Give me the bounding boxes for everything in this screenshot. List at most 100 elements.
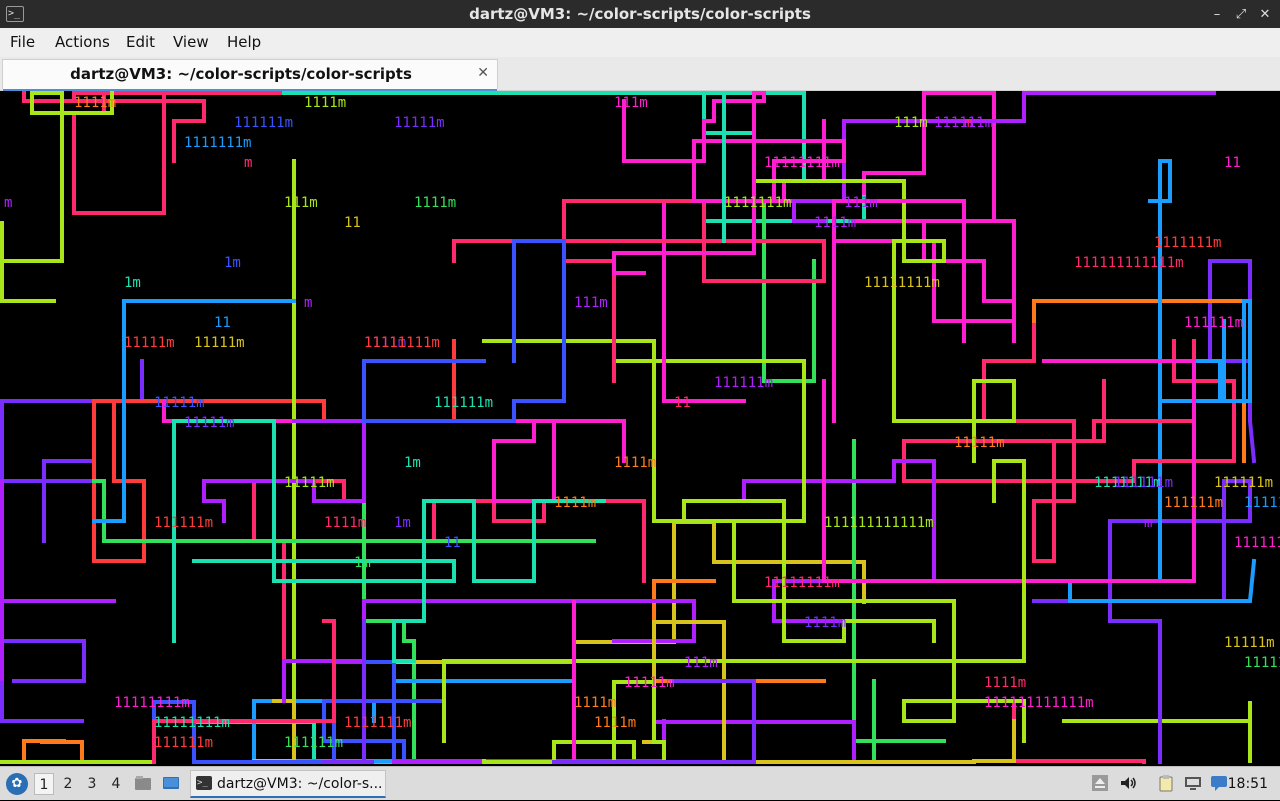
- terminal-text: 11: [214, 315, 231, 331]
- terminal-text: 11111m: [124, 335, 175, 351]
- pipe-segment: [852, 439, 946, 743]
- display-icon[interactable]: [1184, 774, 1202, 792]
- menu-help[interactable]: Help: [227, 28, 261, 57]
- tab-bar: dartz@VM3: ~/color-scripts/color-scripts…: [0, 57, 1280, 91]
- tab-label: dartz@VM3: ~/color-scripts/color-scripts: [70, 65, 412, 83]
- volume-icon[interactable]: [1119, 774, 1137, 792]
- pipe-segment: [172, 419, 456, 643]
- terminal-text: 11111m: [394, 115, 445, 131]
- window-title: dartz@VM3: ~/color-scripts/color-scripts: [469, 5, 811, 23]
- menu-file[interactable]: File: [10, 28, 35, 57]
- terminal-text: 11111m: [184, 415, 235, 431]
- terminal-text: 111111m: [284, 735, 343, 751]
- terminal-text: 11111m: [154, 395, 205, 411]
- taskbar-task-terminal[interactable]: >_ dartz@VM3: ~/color-s...: [190, 770, 386, 798]
- pipe-segment: [0, 479, 116, 681]
- terminal-text: 1111m: [574, 695, 616, 711]
- terminal-text: 11111111m: [764, 155, 840, 171]
- terminal-text: 1111m: [554, 495, 596, 511]
- workspace-3[interactable]: 3: [82, 773, 102, 795]
- taskbar: ✿ 1 2 3 4 >_ dartz@VM3: ~/color-s... 18:…: [0, 766, 1280, 800]
- chat-icon[interactable]: [1210, 774, 1228, 792]
- terminal-text: 1m: [404, 455, 421, 471]
- close-icon[interactable]: ✕: [1256, 5, 1274, 23]
- terminal-text: 11111111m: [764, 575, 840, 591]
- terminal-text: 1m: [354, 555, 371, 571]
- eject-icon[interactable]: [1091, 774, 1109, 792]
- terminal-text: 1111111m: [184, 135, 251, 151]
- clipboard-icon[interactable]: [1157, 774, 1175, 792]
- terminal-text: 11: [344, 215, 361, 231]
- terminal-text: 111m: [894, 115, 928, 131]
- workspace-2[interactable]: 2: [58, 773, 78, 795]
- terminal-text: 111111111111m: [824, 515, 934, 531]
- terminal-text: 1111m: [804, 615, 846, 631]
- terminal-text: 1111111m: [344, 715, 411, 731]
- terminal-text: 111111m: [154, 735, 213, 751]
- clock: 18:51: [1227, 776, 1268, 792]
- terminal-text: 11: [444, 535, 461, 551]
- tab-terminal[interactable]: dartz@VM3: ~/color-scripts/color-scripts…: [2, 59, 498, 91]
- pipe-segment: [832, 199, 966, 423]
- minimize-icon[interactable]: –: [1208, 5, 1226, 23]
- terminal-text: 1111m: [324, 515, 366, 531]
- pipe-segment: [662, 199, 1016, 403]
- terminal-text: 1111m: [984, 675, 1026, 691]
- terminal-text: 111111m: [1114, 475, 1173, 491]
- terminal-text: m: [304, 295, 312, 311]
- terminal-text: 111111m: [934, 115, 993, 131]
- pipe-segment: [652, 579, 826, 683]
- terminal-text: 111111111111m: [984, 695, 1094, 711]
- workspace-4[interactable]: 4: [106, 773, 126, 795]
- terminal-icon: >_: [196, 776, 212, 790]
- terminal-text: 111111m: [434, 395, 493, 411]
- pipe-segment: [202, 419, 366, 523]
- terminal-text: 111111m: [1184, 315, 1243, 331]
- close-icon[interactable]: ✕: [477, 65, 489, 81]
- terminal-text: 111m: [844, 195, 878, 211]
- terminal-text: 11111m: [284, 475, 335, 491]
- pipes-canvas: 1m11111m1111111m1111m1111m111m1111111m11…: [0, 91, 1280, 764]
- file-manager-icon[interactable]: [134, 774, 152, 792]
- terminal-text: 1111m: [304, 95, 346, 111]
- pipe-segment: [612, 91, 766, 275]
- terminal-text: 11111m: [1224, 635, 1275, 651]
- terminal-text: 11111111m: [364, 335, 440, 351]
- terminal-text: 111m: [574, 295, 608, 311]
- terminal-text: 1m: [394, 515, 411, 531]
- terminal-text: 1m: [224, 255, 241, 271]
- pipe-segment: [452, 199, 826, 383]
- pipe-segment: [0, 359, 144, 543]
- terminal-text: 1111m: [614, 455, 656, 471]
- terminal-text: 111m: [614, 95, 648, 111]
- task-label: dartz@VM3: ~/color-s...: [217, 776, 383, 792]
- window-titlebar[interactable]: >_ dartz@VM3: ~/color-scripts/color-scri…: [0, 0, 1280, 28]
- terminal-text: 11111m: [624, 675, 675, 691]
- window-controls: – ⤢ ✕: [1208, 5, 1274, 23]
- menu-actions[interactable]: Actions: [55, 28, 110, 57]
- workspace-1[interactable]: 1: [34, 773, 54, 795]
- start-menu-icon[interactable]: ✿: [6, 773, 28, 795]
- terminal-text: 111111m: [1164, 495, 1223, 511]
- terminal-text: 111111m: [1234, 535, 1280, 551]
- terminal-text: 1111m: [814, 215, 856, 231]
- terminal-text: 11111m: [954, 435, 1005, 451]
- terminal-text: 11: [674, 395, 691, 411]
- terminal-output[interactable]: 1m 11111m 1111111m 1111m 1111m 111m 1111111m 11…: [0, 91, 1280, 766]
- terminal-text: 1111m: [594, 715, 636, 731]
- show-desktop-icon[interactable]: [162, 774, 180, 792]
- terminal-text: 1111m: [414, 195, 456, 211]
- terminal-text: 1m: [124, 275, 141, 291]
- terminal-text: 111m: [284, 195, 318, 211]
- pipe-segment: [362, 239, 566, 423]
- pipe-segment: [0, 91, 114, 303]
- maximize-icon[interactable]: ⤢: [1232, 5, 1250, 23]
- terminal-text: 111111m: [1244, 495, 1280, 511]
- menu-view[interactable]: View: [173, 28, 209, 57]
- terminal-text: 11111m: [194, 335, 245, 351]
- terminal-text: 11: [1224, 155, 1241, 171]
- terminal-text: 111111m: [234, 115, 293, 131]
- menu-edit[interactable]: Edit: [126, 28, 155, 57]
- terminal-text: 11111111m: [154, 715, 230, 731]
- terminal-text: m: [4, 195, 12, 211]
